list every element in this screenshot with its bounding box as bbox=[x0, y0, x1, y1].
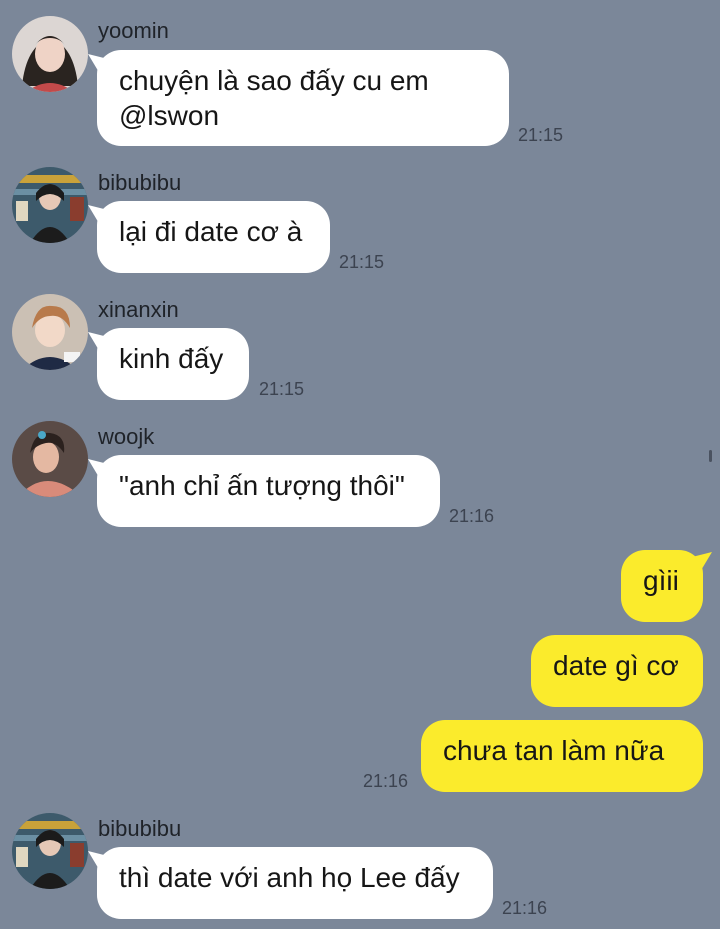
message-bubble[interactable]: chuyện là sao đấy cu em @lswon bbox=[97, 50, 509, 146]
message-bubble[interactable]: thì date với anh họ Lee đấy bbox=[97, 847, 493, 919]
message-line: lại đi date cơ à bbox=[119, 216, 303, 247]
message-time: 21:15 bbox=[518, 125, 564, 145]
message-bubble-outgoing[interactable]: gìii bbox=[621, 550, 703, 622]
message-time: 21:16 bbox=[502, 898, 548, 918]
avatar-yoomin[interactable] bbox=[12, 16, 88, 92]
message-time: 21:15 bbox=[339, 252, 385, 272]
sender-name: yoomin bbox=[98, 18, 169, 43]
message-line: kinh đấy bbox=[119, 343, 224, 374]
message-time: 21:15 bbox=[259, 379, 305, 399]
sender-name: xinanxin bbox=[98, 297, 179, 322]
message-line: chưa tan làm nữa bbox=[443, 735, 665, 766]
sender-name: bibubibu bbox=[98, 170, 182, 195]
message-bubble-outgoing[interactable]: chưa tan làm nữa bbox=[421, 720, 703, 792]
avatar-bibubibu[interactable] bbox=[12, 813, 88, 889]
message-line: thì date với anh họ Lee đấy bbox=[119, 862, 460, 893]
avatar-xinanxin[interactable] bbox=[12, 294, 88, 370]
message-line: gìii bbox=[643, 565, 679, 596]
sender-name: woojk bbox=[98, 424, 155, 449]
yoomin-avatar-icon bbox=[12, 16, 88, 92]
message-line: chuyện là sao đấy cu em bbox=[119, 65, 429, 96]
woojk-avatar-icon bbox=[12, 421, 88, 497]
bibubibu-avatar-icon bbox=[12, 813, 88, 889]
message-line: date gì cơ bbox=[553, 650, 679, 681]
message-time: 21:16 bbox=[363, 771, 409, 791]
bibubibu-avatar-icon bbox=[12, 167, 88, 243]
xinanxin-avatar-icon bbox=[12, 294, 88, 370]
sender-name: bibubibu bbox=[98, 816, 182, 841]
message-bubble-outgoing[interactable]: date gì cơ bbox=[531, 635, 703, 707]
message-line: "anh chỉ ấn tượng thôi" bbox=[119, 470, 405, 501]
message-bubble[interactable]: kinh đấy bbox=[97, 328, 249, 400]
avatar-woojk[interactable] bbox=[12, 421, 88, 497]
scrollbar[interactable] bbox=[709, 450, 712, 462]
message-bubble[interactable]: lại đi date cơ à bbox=[97, 201, 330, 273]
message-time: 21:16 bbox=[449, 506, 495, 526]
message-line: @lswon bbox=[119, 100, 220, 131]
avatar-bibubibu[interactable] bbox=[12, 167, 88, 243]
message-bubble[interactable]: "anh chỉ ấn tượng thôi" bbox=[97, 455, 440, 527]
